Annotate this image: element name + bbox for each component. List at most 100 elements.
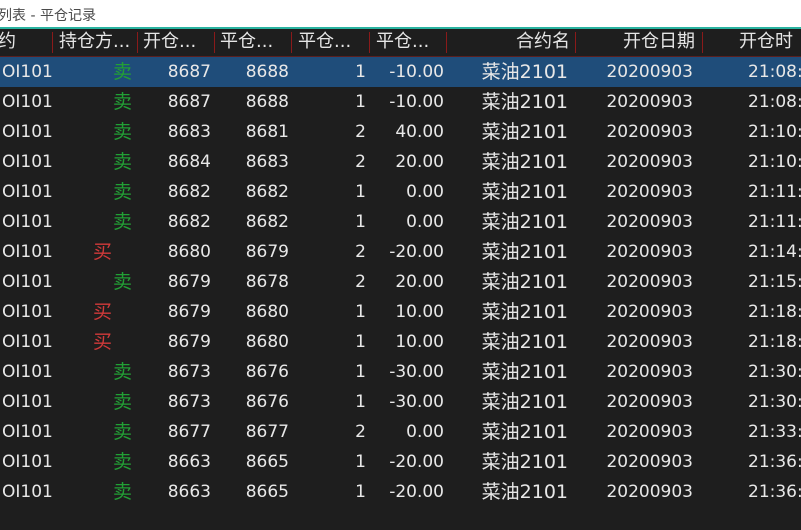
column-resize-handle[interactable] bbox=[575, 32, 576, 53]
cell-close-pnl: 0.00 bbox=[406, 422, 444, 442]
cell-close-pnl: -20.00 bbox=[389, 482, 444, 502]
cell-contract-code: OI101 bbox=[2, 422, 53, 442]
cell-contract-name: 菜油2101 bbox=[481, 121, 568, 143]
cell-direction: 卖 bbox=[112, 91, 132, 113]
cell-contract-name: 菜油2101 bbox=[481, 331, 568, 353]
cell-close-pnl: 0.00 bbox=[406, 212, 444, 232]
column-header-close-price[interactable]: 平仓... bbox=[220, 29, 290, 55]
table-row[interactable]: OI101 卖 8682 8682 1 0.00 菜油2101 20200903 21:11:3 bbox=[0, 207, 801, 237]
cell-direction: 卖 bbox=[112, 151, 132, 173]
table-row[interactable]: OI101 卖 8687 8688 1 -10.00 菜油2101 20200903 21:08… bbox=[0, 87, 801, 117]
cell-open-date: 20200903 bbox=[606, 242, 693, 262]
cell-close-price: 8681 bbox=[245, 122, 289, 142]
cell-close-price: 8678 bbox=[245, 272, 289, 292]
table-row[interactable]: OI101 卖 8682 8682 1 0.00 菜油2101 20200903 21:11:3 bbox=[0, 177, 801, 207]
column-header-open-price[interactable]: 开仓... bbox=[143, 29, 213, 55]
cell-contract-code: OI101 bbox=[2, 452, 53, 472]
cell-open-time: 21:33:1 bbox=[748, 422, 801, 442]
cell-direction: 卖 bbox=[112, 421, 132, 443]
cell-direction: 买 bbox=[92, 301, 112, 323]
column-header-open-date[interactable]: 开仓日期 bbox=[590, 29, 695, 55]
window-titlebar: 列表 - 平仓记录 bbox=[0, 0, 801, 29]
cell-close-price: 8688 bbox=[245, 62, 289, 82]
table-header: 约 持仓方... 开仓... 平仓... 平仓... 平仓... 合约名 开仓日… bbox=[0, 29, 801, 57]
cell-close-price: 8676 bbox=[245, 362, 289, 382]
cell-open-time: 21:11:3 bbox=[748, 182, 801, 202]
column-header-contract[interactable]: 约 bbox=[0, 29, 44, 55]
cell-close-pnl: 0.00 bbox=[406, 182, 444, 202]
column-header-contract-name[interactable]: 合约名 bbox=[460, 29, 570, 55]
table-row[interactable]: OI101 卖 8683 8681 2 40.00 菜油2101 20200903 21:10:… bbox=[0, 117, 801, 147]
column-header-position-direction[interactable]: 持仓方... bbox=[59, 29, 137, 55]
cell-close-quantity: 1 bbox=[355, 452, 366, 472]
column-header-close-pnl[interactable]: 平仓... bbox=[376, 29, 446, 55]
cell-open-date: 20200903 bbox=[606, 452, 693, 472]
cell-open-time: 21:11:3 bbox=[748, 212, 801, 232]
cell-open-time: 21:10:0 bbox=[748, 122, 801, 142]
column-resize-handle[interactable] bbox=[137, 32, 138, 53]
column-resize-handle[interactable] bbox=[446, 32, 447, 53]
cell-close-pnl: -30.00 bbox=[389, 392, 444, 412]
cell-close-price: 8688 bbox=[245, 92, 289, 112]
cell-open-price: 8680 bbox=[167, 242, 211, 262]
cell-open-price: 8687 bbox=[167, 62, 211, 82]
column-resize-handle[interactable] bbox=[369, 32, 370, 53]
cell-close-quantity: 2 bbox=[355, 122, 366, 142]
cell-close-quantity: 2 bbox=[355, 422, 366, 442]
cell-direction: 卖 bbox=[112, 391, 132, 413]
cell-close-quantity: 1 bbox=[355, 482, 366, 502]
table-row[interactable]: OI101 卖 8673 8676 1 -30.00 菜油2101 20200903 21:30… bbox=[0, 357, 801, 387]
cell-close-quantity: 2 bbox=[355, 272, 366, 292]
table-row[interactable]: OI101 卖 8677 8677 2 0.00 菜油2101 20200903 21:33:1 bbox=[0, 417, 801, 447]
cell-open-time: 21:18:2 bbox=[748, 302, 801, 322]
column-header-close-quantity[interactable]: 平仓... bbox=[298, 29, 368, 55]
cell-open-price: 8684 bbox=[167, 152, 211, 172]
cell-close-pnl: -30.00 bbox=[389, 362, 444, 382]
cell-close-price: 8682 bbox=[245, 212, 289, 232]
table-row[interactable]: OI101 卖 8679 8678 2 20.00 菜油2101 20200903 21:15:… bbox=[0, 267, 801, 297]
cell-close-quantity: 1 bbox=[355, 62, 366, 82]
close-records-table: 约 持仓方... 开仓... 平仓... 平仓... 平仓... 合约名 开仓日… bbox=[0, 29, 801, 530]
table-row[interactable]: OI101 卖 8663 8665 1 -20.00 菜油2101 20200903 21:36… bbox=[0, 447, 801, 477]
column-resize-handle[interactable] bbox=[52, 32, 53, 53]
table-row[interactable]: OI101 买 8679 8680 1 10.00 菜油2101 20200903 21:18:… bbox=[0, 327, 801, 357]
table-row[interactable]: OI101 卖 8663 8665 1 -20.00 菜油2101 20200903 21:36… bbox=[0, 477, 801, 507]
cell-open-price: 8683 bbox=[167, 122, 211, 142]
cell-contract-name: 菜油2101 bbox=[481, 91, 568, 113]
cell-close-quantity: 1 bbox=[355, 392, 366, 412]
cell-contract-name: 菜油2101 bbox=[481, 391, 568, 413]
cell-open-price: 8663 bbox=[167, 482, 211, 502]
cell-open-date: 20200903 bbox=[606, 182, 693, 202]
table-row[interactable]: OI101 卖 8687 8688 1 -10.00 菜油2101 20200903 21:08… bbox=[0, 57, 801, 87]
column-resize-handle[interactable] bbox=[291, 32, 292, 53]
window-title: 列表 - 平仓记录 bbox=[0, 8, 96, 24]
column-resize-handle[interactable] bbox=[702, 32, 703, 53]
table-row[interactable]: OI101 卖 8684 8683 2 20.00 菜油2101 20200903 21:10:… bbox=[0, 147, 801, 177]
cell-open-date: 20200903 bbox=[606, 362, 693, 382]
cell-close-pnl: -20.00 bbox=[389, 242, 444, 262]
cell-contract-code: OI101 bbox=[2, 122, 53, 142]
cell-close-pnl: 20.00 bbox=[395, 272, 444, 292]
cell-contract-code: OI101 bbox=[2, 92, 53, 112]
cell-close-quantity: 2 bbox=[355, 242, 366, 262]
cell-open-price: 8679 bbox=[167, 332, 211, 352]
cell-open-date: 20200903 bbox=[606, 92, 693, 112]
column-resize-handle[interactable] bbox=[214, 32, 215, 53]
cell-close-pnl: 10.00 bbox=[395, 332, 444, 352]
table-row[interactable]: OI101 买 8679 8680 1 10.00 菜油2101 20200903 21:18:… bbox=[0, 297, 801, 327]
cell-close-price: 8682 bbox=[245, 182, 289, 202]
cell-direction: 卖 bbox=[112, 121, 132, 143]
cell-contract-code: OI101 bbox=[2, 482, 53, 502]
cell-open-date: 20200903 bbox=[606, 212, 693, 232]
cell-open-date: 20200903 bbox=[606, 482, 693, 502]
cell-contract-code: OI101 bbox=[2, 152, 53, 172]
cell-open-time: 21:30:0 bbox=[748, 362, 801, 382]
cell-close-pnl: -10.00 bbox=[389, 92, 444, 112]
cell-direction: 卖 bbox=[112, 481, 132, 503]
column-header-open-time[interactable]: 开仓时 bbox=[739, 29, 801, 55]
table-row[interactable]: OI101 卖 8673 8676 1 -30.00 菜油2101 20200903 21:30… bbox=[0, 387, 801, 417]
cell-close-pnl: 40.00 bbox=[395, 122, 444, 142]
cell-open-price: 8663 bbox=[167, 452, 211, 472]
cell-open-time: 21:08:1 bbox=[748, 62, 801, 82]
table-row[interactable]: OI101 买 8680 8679 2 -20.00 菜油2101 20200903 21:14… bbox=[0, 237, 801, 267]
